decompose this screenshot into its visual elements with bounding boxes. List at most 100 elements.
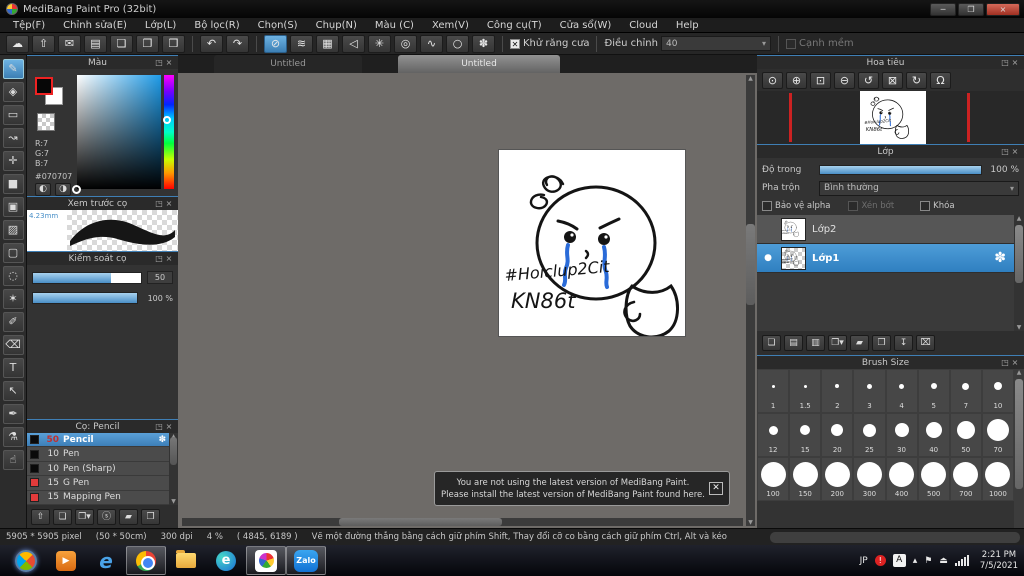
layer-opacity-slider[interactable] [819, 165, 982, 175]
brush-row[interactable]: 10 Pen [27, 447, 169, 462]
scroll-up-icon[interactable]: ▲ [746, 75, 755, 82]
brush-size-option[interactable]: 400 [885, 457, 918, 501]
menu-item[interactable]: Cloud [620, 18, 667, 33]
rotate-right-icon[interactable]: ↻ [906, 71, 927, 89]
navigator-preview[interactable] [757, 91, 1024, 144]
taskbar-edge[interactable]: e [206, 546, 246, 575]
select-fill-tool[interactable]: ■ [2, 174, 24, 194]
hue-marker[interactable] [163, 116, 171, 125]
saturation-value-picker[interactable] [72, 75, 161, 194]
snap-vanishing-icon[interactable]: ◁ [342, 34, 365, 53]
popout-icon[interactable]: ◳ [154, 199, 164, 208]
brush-size-option[interactable]: 12 [757, 413, 790, 457]
taskbar-media-player[interactable]: ▶ [46, 546, 86, 575]
new-8bit-layer-icon[interactable]: ▤ [784, 335, 803, 351]
menu-item[interactable]: Màu (C) [366, 18, 423, 33]
brush-size-option[interactable]: 30 [885, 413, 918, 457]
scrollbar-thumb[interactable] [170, 437, 177, 465]
marquee-tool[interactable]: ▢ [2, 243, 24, 263]
layer-list-scrollbar[interactable]: ▲ ▼ [1014, 215, 1024, 331]
new-brush-icon[interactable]: ❏ [53, 508, 72, 525]
scrollbar-thumb[interactable] [1015, 225, 1023, 283]
canvas-area[interactable]: Untitled Untitled You are not using the … [178, 55, 757, 528]
scrollbar-thumb[interactable] [339, 518, 502, 526]
taskbar-clock[interactable]: 2:21 PM 7/5/2021 [976, 550, 1018, 572]
brush-list-scrollbar[interactable]: ▲ ▼ [169, 433, 178, 505]
brush-size-option[interactable]: 2 [821, 369, 854, 413]
upload-brush-icon[interactable]: ⇧ [31, 508, 50, 525]
select-pen-tool[interactable]: ✐ [2, 312, 24, 332]
popout-icon[interactable]: ◳ [1000, 358, 1010, 367]
brush-size-option[interactable]: 25 [853, 413, 886, 457]
new-layer-icon[interactable]: ❏ [762, 335, 781, 351]
select-eraser-tool[interactable]: ⌫ [2, 335, 24, 355]
operate-tool[interactable]: ↖ [2, 381, 24, 401]
close-icon[interactable]: × [1010, 358, 1020, 367]
document-icon[interactable]: ❏ [110, 34, 133, 53]
add-layer-icon[interactable]: ❐▾ [828, 335, 847, 351]
brush-folder-icon[interactable]: ▰ [119, 508, 138, 525]
fit-screen-icon[interactable]: ⊡ [810, 71, 831, 89]
taskbar-file-explorer[interactable] [166, 546, 206, 575]
zoom-reset-icon[interactable]: ⊙ [762, 71, 783, 89]
brush-size-option[interactable]: 3 [853, 369, 886, 413]
menu-item[interactable]: Chụp(N) [307, 18, 366, 33]
duplicate-brush-icon[interactable]: ❒ [141, 508, 160, 525]
brush-size-option[interactable]: 200 [821, 457, 854, 501]
brush-size-option[interactable]: 700 [949, 457, 982, 501]
brush-size-option[interactable]: 5 [917, 369, 950, 413]
scroll-up-icon[interactable]: ▲ [1014, 369, 1024, 376]
taskbar-chrome[interactable] [126, 546, 166, 575]
vertical-scrollbar[interactable]: ▲ ▼ [746, 75, 755, 526]
ime-mode-icon[interactable]: A [892, 554, 906, 567]
start-button[interactable] [6, 546, 46, 575]
brush-size-option[interactable]: 1.5 [789, 369, 822, 413]
close-icon[interactable]: × [164, 58, 174, 67]
brush-size-option[interactable]: 15 [789, 413, 822, 457]
brush-size-option[interactable]: 500 [917, 457, 950, 501]
foreground-color-swatch[interactable] [35, 77, 53, 95]
hue-slider[interactable] [163, 75, 174, 189]
magic-wand-tool[interactable]: ✶ [2, 289, 24, 309]
action-center-flag-icon[interactable]: ⚑ [924, 556, 932, 566]
notification-close-icon[interactable]: ✕ [709, 482, 723, 495]
layer-row[interactable]: Lớp2 [757, 215, 1014, 244]
brush-size-option[interactable]: 1000 [981, 457, 1014, 501]
soft-edge-checkbox[interactable] [785, 38, 796, 49]
brush-row[interactable]: 15 Mapping Pen [27, 490, 169, 506]
eyedropper-tool[interactable]: ⚗ [2, 427, 24, 447]
comment-list-icon[interactable]: ▤ [84, 34, 107, 53]
brush-size-option[interactable]: 1 [757, 369, 790, 413]
menu-item[interactable]: Chỉnh sửa(E) [54, 18, 136, 33]
snap-ellipse-icon[interactable]: ○ [446, 34, 469, 53]
snap-off-icon[interactable]: ⊘ [264, 34, 287, 53]
popout-icon[interactable]: ◳ [1000, 58, 1010, 67]
close-icon[interactable]: × [164, 199, 174, 208]
layer-folder-icon[interactable]: ▰ [850, 335, 869, 351]
eraser-tool[interactable]: ◈ [2, 82, 24, 102]
clipping-checkbox[interactable] [848, 201, 859, 211]
brush-size-option[interactable]: 50 [949, 413, 982, 457]
canvas-image[interactable] [499, 150, 685, 336]
lock-checkbox[interactable] [920, 201, 931, 211]
layer-visibility-toggle[interactable]: ● [761, 253, 775, 263]
zoom-in-icon[interactable]: ⊕ [786, 71, 807, 89]
brush-row[interactable]: 15 G Pen [27, 476, 169, 491]
close-icon[interactable]: × [1010, 58, 1020, 67]
brush-size-option[interactable]: 150 [789, 457, 822, 501]
brush-size-slider[interactable] [32, 271, 142, 284]
brush-size-option[interactable]: 7 [949, 369, 982, 413]
network-signal-icon[interactable] [954, 555, 969, 566]
pen-tool[interactable]: ✒ [2, 404, 24, 424]
antialias-checkbox[interactable]: ✕ [510, 38, 520, 49]
script-brush-icon[interactable]: ⓢ [97, 508, 116, 525]
protect-alpha-checkbox[interactable] [762, 201, 772, 211]
menu-item[interactable]: Công cụ(T) [478, 18, 551, 33]
brush-size-option[interactable]: 20 [821, 413, 854, 457]
menu-item[interactable]: Help [667, 18, 708, 33]
publish-icon[interactable]: ⇧ [32, 34, 55, 53]
snap-curve-icon[interactable]: ∿ [420, 34, 443, 53]
hidden-icons-chevron[interactable]: ▴ [913, 556, 918, 566]
undo-button[interactable]: ↶ [200, 34, 223, 53]
brush-size-option[interactable]: 70 [981, 413, 1014, 457]
